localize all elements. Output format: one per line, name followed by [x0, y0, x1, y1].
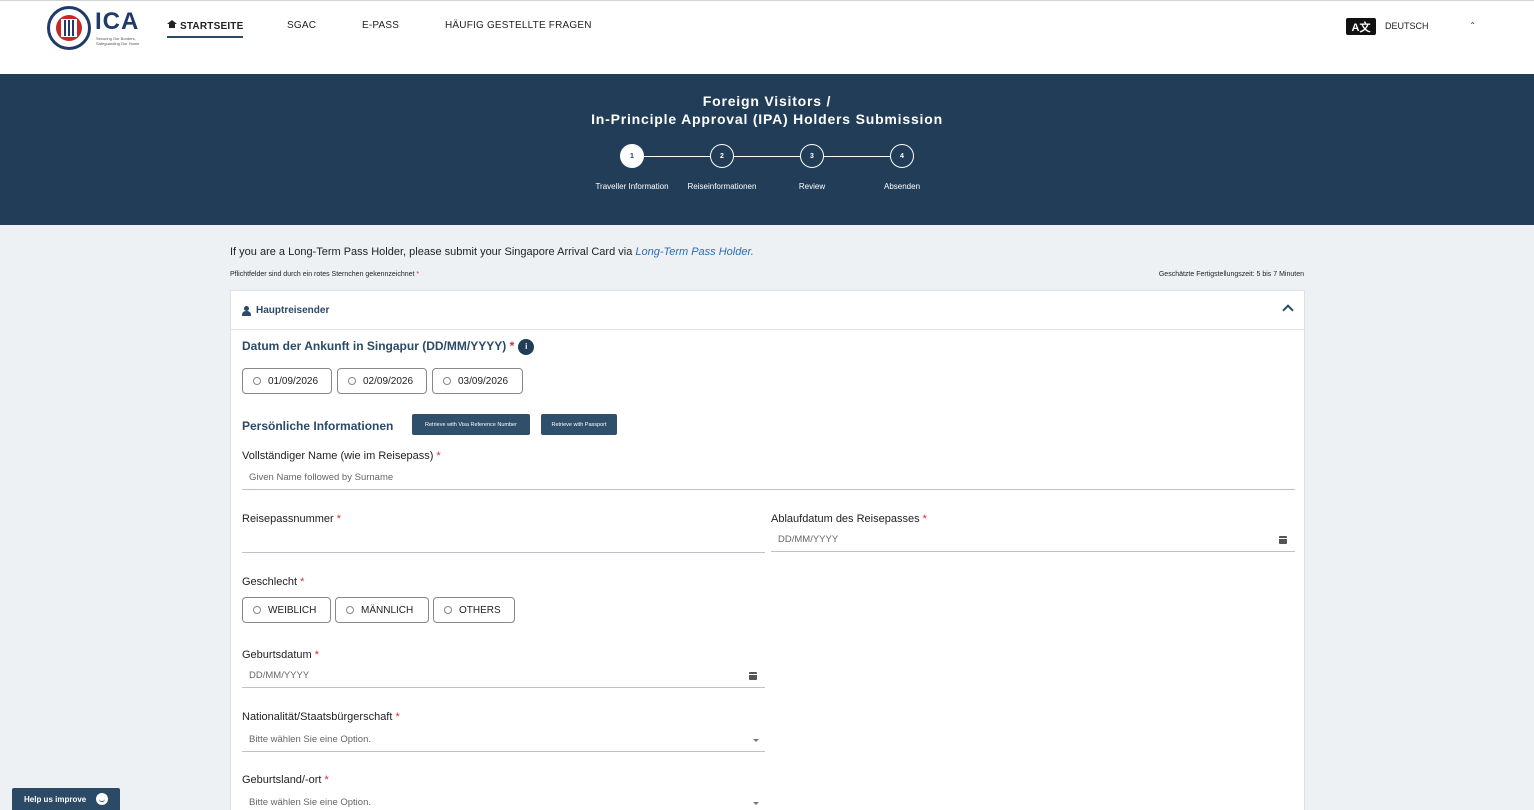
nav-startseite[interactable]: STARTSEITE — [167, 20, 244, 38]
gender-option-female[interactable]: WEIBLICH — [242, 597, 331, 623]
arrival-date-option-1[interactable]: 01/09/2026 — [242, 368, 332, 394]
progress-stepper: 1 2 3 4 Traveller Information Reiseinfor… — [585, 144, 945, 194]
step-2-circle: 2 — [710, 144, 734, 168]
option-label: MÄNNLICH — [361, 604, 414, 616]
placeholder-text: DD/MM/YYYY — [778, 534, 839, 545]
radio-circle-icon — [444, 606, 452, 614]
label-text: Reisepassnummer — [242, 513, 334, 525]
placeholder-text: DD/MM/YYYY — [249, 670, 310, 681]
ica-logo[interactable]: ICA Securing Our Borders, Safeguarding O… — [47, 6, 142, 50]
nav-e-pass[interactable]: E-PASS — [362, 20, 399, 31]
radio-circle-icon — [253, 377, 261, 385]
passport-number-label: Reisepassnummer * — [242, 513, 342, 525]
calendar-icon[interactable] — [749, 672, 757, 680]
full-name-input[interactable]: Given Name followed by Surname — [242, 466, 1295, 490]
translate-icon[interactable]: A文 — [1346, 18, 1376, 35]
banner-title-line2: In-Principle Approval (IPA) Holders Subm… — [591, 111, 943, 127]
full-name-label: Vollständiger Name (wie im Reisepass) * — [242, 450, 441, 462]
retrieve-visa-button[interactable]: Retrieve with Visa Reference Number — [412, 414, 530, 435]
option-label: 01/09/2026 — [268, 375, 319, 387]
nationality-select[interactable]: Bitte wählen Sie eine Option. — [242, 728, 765, 752]
nav-label: STARTSEITE — [180, 21, 244, 32]
main-traveller-card: Hauptreisender Datum der Ankunft in Sing… — [230, 290, 1305, 810]
required-note-text: Pflichtfelder sind durch ein rotes Stern… — [230, 271, 415, 278]
radio-circle-icon — [443, 377, 451, 385]
personal-info-title: Persönliche Informationen — [242, 419, 394, 433]
option-label: OTHERS — [459, 604, 501, 616]
page-banner: Foreign Visitors / In-Principle Approval… — [0, 74, 1534, 225]
dropdown-caret-icon — [753, 739, 759, 742]
label-text: Ablaufdatum des Reisepasses — [771, 513, 920, 525]
card-title-text: Hauptreisender — [256, 305, 330, 316]
select-arrows-icon: ⌃ — [1469, 21, 1476, 30]
label-text: Geburtsdatum — [242, 649, 312, 661]
language-select[interactable]: DEUTSCH ⌃ — [1382, 18, 1480, 34]
card-title: Hauptreisender — [242, 305, 329, 316]
step-3-circle: 3 — [800, 144, 824, 168]
label-text: Nationalität/Staatsbürgerschaft — [242, 711, 393, 723]
top-navigation-bar: ICA Securing Our Borders, Safeguarding O… — [0, 0, 1534, 74]
long-term-pass-notice: If you are a Long-Term Pass Holder, plea… — [230, 246, 754, 258]
dob-label: Geburtsdatum * — [242, 649, 320, 661]
dropdown-caret-icon — [753, 802, 759, 805]
ica-seal-icon — [47, 6, 91, 50]
smiley-icon — [96, 793, 108, 805]
collapse-chevron-icon[interactable] — [1282, 304, 1294, 316]
help-us-improve-button[interactable]: Help us improve — [12, 788, 120, 810]
user-icon — [242, 305, 251, 316]
option-label: 02/09/2026 — [363, 375, 414, 387]
step-connector — [734, 156, 800, 157]
label-text: Geschlecht — [242, 576, 298, 588]
gender-option-male[interactable]: MÄNNLICH — [335, 597, 429, 623]
step-connector — [644, 156, 710, 157]
notice-text: If you are a Long-Term Pass Holder, plea… — [230, 246, 636, 258]
required-fields-note: Pflichtfelder sind durch ein rotes Stern… — [230, 271, 420, 278]
info-icon[interactable]: i — [518, 339, 535, 355]
estimated-time: Geschätzte Fertigstellungszeit: 5 bis 7 … — [1158, 271, 1304, 278]
passport-expiry-input[interactable]: DD/MM/YYYY — [771, 528, 1295, 552]
step-2-label: Reiseinformationen — [687, 182, 757, 191]
step-4-label: Absenden — [883, 182, 921, 191]
label-text: Geburtsland/-ort — [242, 774, 322, 786]
radio-circle-icon — [348, 377, 356, 385]
arrival-date-option-3[interactable]: 03/09/2026 — [432, 368, 523, 394]
calendar-icon[interactable] — [1279, 536, 1287, 544]
label-text: Vollständiger Name (wie im Reisepass) — [242, 450, 434, 462]
option-label: 03/09/2026 — [458, 375, 509, 387]
placeholder-text: Bitte wählen Sie eine Option. — [249, 797, 371, 808]
step-4-circle: 4 — [890, 144, 914, 168]
birthplace-select[interactable]: Bitte wählen Sie eine Option. — [242, 791, 765, 810]
nationality-label: Nationalität/Staatsbürgerschaft * — [242, 711, 400, 723]
arrival-date-option-2[interactable]: 02/09/2026 — [337, 368, 427, 394]
radio-circle-icon — [253, 606, 261, 614]
birthplace-label: Geburtsland/-ort * — [242, 774, 329, 786]
dob-input[interactable]: DD/MM/YYYY — [242, 664, 765, 688]
step-3-label: Review — [798, 182, 826, 191]
gender-option-others[interactable]: OTHERS — [433, 597, 515, 623]
card-header[interactable]: Hauptreisender — [231, 291, 1304, 330]
logo-text: ICA — [95, 8, 140, 35]
placeholder-text: Bitte wählen Sie eine Option. — [249, 734, 371, 745]
banner-title-line1: Foreign Visitors / — [702, 93, 832, 109]
logo-tagline: Securing Our Borders, Safeguarding Our H… — [96, 36, 140, 46]
radio-circle-icon — [346, 606, 354, 614]
passport-number-input[interactable] — [242, 529, 765, 553]
step-connector — [824, 156, 890, 157]
arrival-label-text: Datum der Ankunft in Singapur (DD/MM/YYY… — [242, 339, 507, 354]
language-value: DEUTSCH — [1385, 21, 1429, 31]
arrival-date-label: Datum der Ankunft in Singapur (DD/MM/YYY… — [242, 339, 535, 355]
home-icon — [167, 20, 177, 29]
step-1-label: Traveller Information — [595, 182, 669, 191]
option-label: WEIBLICH — [268, 604, 317, 616]
long-term-pass-link[interactable]: Long-Term Pass Holder. — [635, 246, 753, 258]
help-label: Help us improve — [24, 794, 87, 804]
gender-label: Geschlecht * — [242, 576, 305, 588]
retrieve-passport-button[interactable]: Retrieve with Passport — [541, 414, 617, 435]
nav-faq[interactable]: HÄUFIG GESTELLTE FRAGEN — [445, 20, 592, 31]
nav-sgac[interactable]: SGAC — [287, 20, 316, 31]
passport-expiry-label: Ablaufdatum des Reisepasses * — [771, 513, 927, 525]
step-1-circle: 1 — [620, 144, 644, 168]
